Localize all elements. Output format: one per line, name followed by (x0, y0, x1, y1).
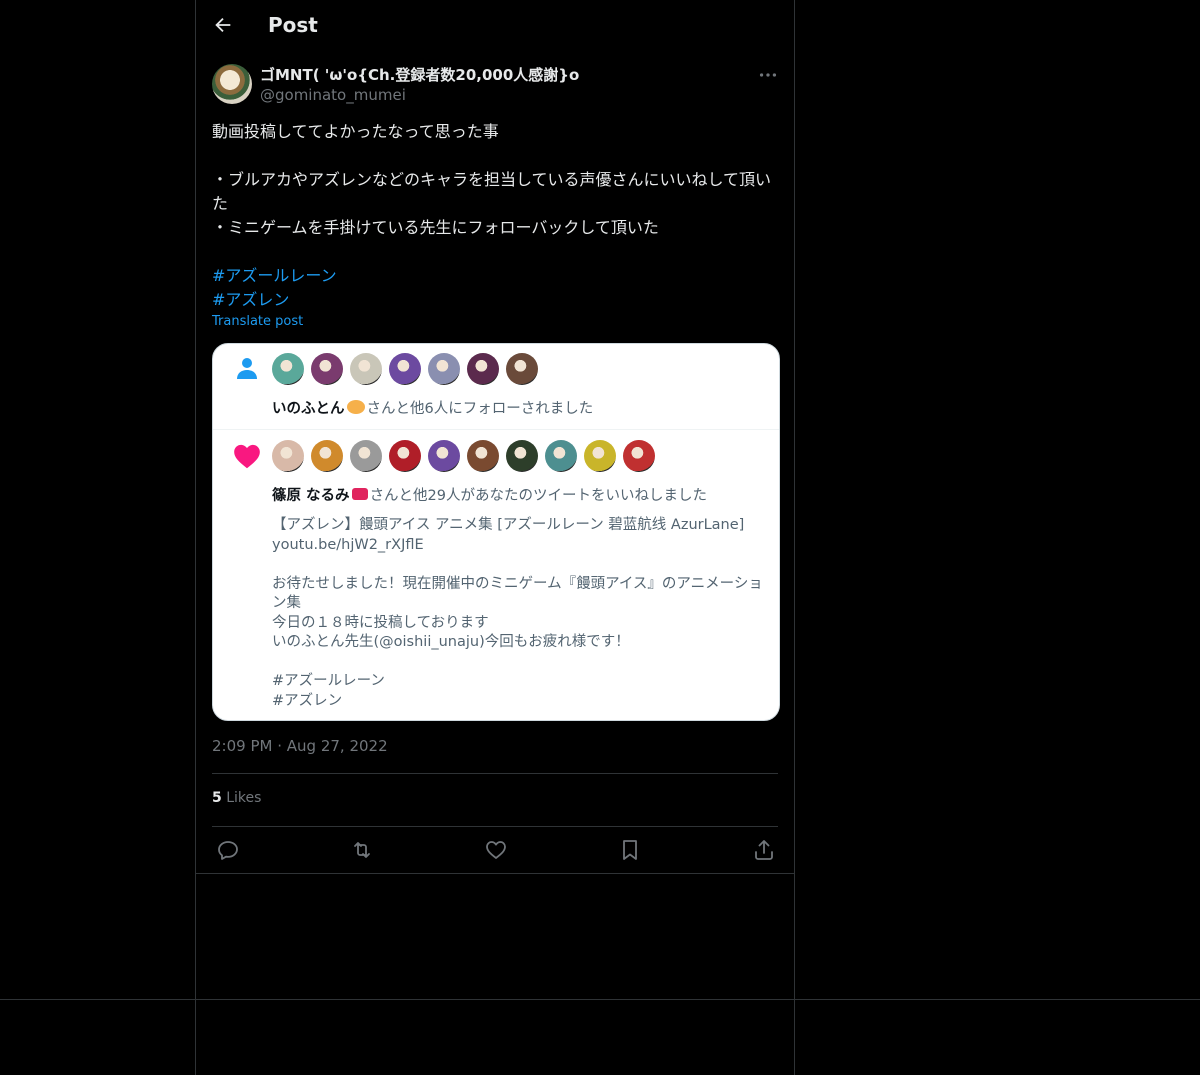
avatar (350, 353, 382, 385)
quoted-line: #アズレン (272, 692, 343, 709)
post-line (212, 240, 778, 264)
avatar (506, 353, 538, 385)
heart-icon[interactable] (484, 838, 508, 862)
user-handle[interactable]: @gominato_mumei (260, 86, 406, 104)
avatar[interactable] (212, 64, 252, 104)
avatar (545, 440, 577, 472)
avatar (350, 440, 382, 472)
like-notification-text: 篠原 なるみ さんと他29人があなたのツイートをいいねしました (272, 484, 707, 505)
post-timestamp[interactable]: 2:09 PM · Aug 27, 2022 (212, 737, 388, 755)
quoted-line: いのふとん先生(@oishii_unaju)今回もお疲れ様です！ (272, 634, 630, 650)
hashtag-link[interactable]: #アズレン (212, 288, 778, 312)
likes-number: 5 (212, 790, 222, 806)
page-title: Post (268, 13, 318, 37)
quoted-line: #アズールレーン (272, 673, 385, 689)
display-name[interactable]: ゴMNT( 'ω'o{Ch.登録者数20,000人感謝}o (260, 64, 579, 85)
avatar (428, 353, 460, 385)
avatar (623, 440, 655, 472)
hashtag-link[interactable]: #アズールレーン (212, 264, 778, 288)
bookmark-icon[interactable] (618, 838, 642, 862)
avatar (272, 440, 304, 472)
divider (212, 773, 778, 774)
translate-post-link[interactable]: Translate post (212, 314, 303, 329)
reply-icon[interactable] (216, 838, 240, 862)
quoted-tweet: 【アズレン】饅頭アイス アニメ集 [アズールレーン 碧蓝航线 AzurLane]… (272, 516, 767, 711)
divider (196, 873, 794, 874)
quoted-line (272, 653, 767, 673)
quoted-line: お待たせしました！現在開催中のミニゲーム『饅頭アイス』のアニメーション集 (272, 575, 763, 612)
follow-notification: いのふとん さんと他6人にフォローされました (213, 344, 779, 430)
avatar (311, 353, 343, 385)
quoted-line: 今日の１８時に投稿しております (272, 614, 489, 631)
page-header: Post (196, 0, 794, 55)
avatar (272, 353, 304, 385)
emoji-icon (346, 400, 365, 414)
divider (212, 826, 778, 827)
like-summary: さんと他29人があなたのツイートをいいねしました (369, 488, 708, 504)
more-dots-icon[interactable] (756, 64, 780, 86)
likes-label: Likes (226, 790, 262, 806)
attached-image[interactable]: いのふとん さんと他6人にフォローされました 篠原 なるみ さんと他29人があなたの… (212, 343, 780, 721)
post-date: Aug 27, 2022 (286, 737, 388, 755)
avatar (428, 440, 460, 472)
post-line: ・ブルアカやアズレンなどのキャラを担当している声優さんにいいねして頂いた (212, 170, 772, 213)
avatar (584, 440, 616, 472)
avatar (389, 353, 421, 385)
repost-icon[interactable] (350, 838, 374, 862)
avatar (311, 440, 343, 472)
ribbon-icon (351, 488, 368, 500)
heart-filled-icon (234, 444, 260, 469)
avatar (506, 440, 538, 472)
person-icon (237, 358, 257, 379)
post-time: 2:09 PM (212, 737, 273, 755)
likes-count[interactable]: 5 Likes (212, 790, 261, 806)
follow-notification-text: いのふとん さんと他6人にフォローされました (272, 397, 593, 418)
avatar (467, 440, 499, 472)
post-text: 動画投稿しててよかったなって思った事 ・ブルアカやアズレンなどのキャラを担当して… (212, 120, 778, 312)
arrow-left-icon[interactable] (212, 14, 234, 36)
follow-summary: さんと他6人にフォローされました (366, 401, 594, 417)
quoted-line: youtu.be/hjW2_rXJflE (272, 536, 424, 553)
quoted-line: 【アズレン】饅頭アイス アニメ集 [アズールレーン 碧蓝航线 AzurLane] (272, 517, 745, 533)
share-icon[interactable] (752, 838, 776, 862)
post-line (212, 144, 778, 168)
post-line: ・ミニゲームを手掛けている先生にフォローバックして頂いた (212, 218, 659, 237)
post-line: 動画投稿しててよかったなって思った事 (212, 122, 499, 141)
avatar (389, 440, 421, 472)
main-column: Post ゴMNT( 'ω'o{Ch.登録者数20,000人感謝}o @gomi… (195, 0, 795, 1075)
follower-name: いのふとん (272, 401, 345, 417)
liker-name: 篠原 なるみ (272, 488, 350, 504)
quoted-line (272, 555, 767, 575)
avatar (467, 353, 499, 385)
